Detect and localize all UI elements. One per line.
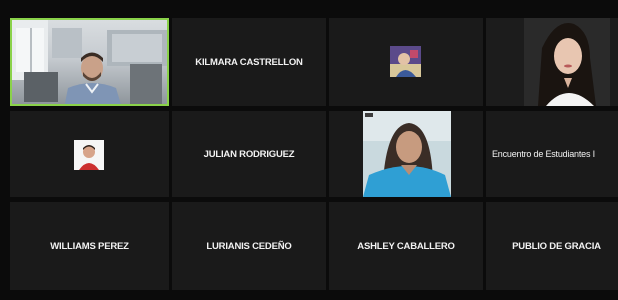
avatar-image-icon: [390, 46, 421, 77]
avatar-image-icon: [74, 140, 104, 170]
participant-name: JULIAN RODRIGUEZ: [203, 148, 295, 160]
video-tile[interactable]: [329, 18, 483, 106]
participant-name: KILMARA CASTRELLON: [195, 56, 303, 68]
gallery-view: KILMARA CASTRELLON JULIAN RODRIGUEZ Encu…: [10, 18, 618, 290]
video-tile[interactable]: [329, 111, 483, 197]
video-tile[interactable]: JULIAN RODRIGUEZ: [172, 111, 326, 197]
participant-name: ASHLEY CABALLERO: [357, 240, 455, 252]
participant-name: WILLIAMS PEREZ: [50, 240, 129, 252]
video-tile[interactable]: PUBLIO DE GRACIA: [486, 202, 618, 290]
video-tile[interactable]: KILMARA CASTRELLON: [172, 18, 326, 106]
video-tile[interactable]: LURIANIS CEDEÑO: [172, 202, 326, 290]
video-tile[interactable]: [486, 18, 618, 106]
participant-name: Encuentro de Estudiantes I: [492, 149, 595, 159]
video-tile[interactable]: WILLIAMS PEREZ: [10, 202, 169, 290]
participant-name: LURIANIS CEDEÑO: [206, 240, 292, 252]
video-tile[interactable]: ASHLEY CABALLERO: [329, 202, 483, 290]
video-tile-active-speaker[interactable]: [10, 18, 169, 106]
participant-video-woman-blue-shirt: [329, 111, 483, 197]
participant-video-man-office: [12, 20, 167, 104]
participant-avatar: [390, 46, 421, 77]
participant-video-woman: [486, 18, 618, 106]
video-tile[interactable]: Encuentro de Estudiantes I: [486, 111, 618, 197]
video-tile[interactable]: [10, 111, 169, 197]
participant-name: PUBLIO DE GRACIA: [512, 240, 601, 252]
participant-avatar: [74, 140, 104, 170]
video-meeting-window: KILMARA CASTRELLON JULIAN RODRIGUEZ Encu…: [0, 0, 618, 300]
